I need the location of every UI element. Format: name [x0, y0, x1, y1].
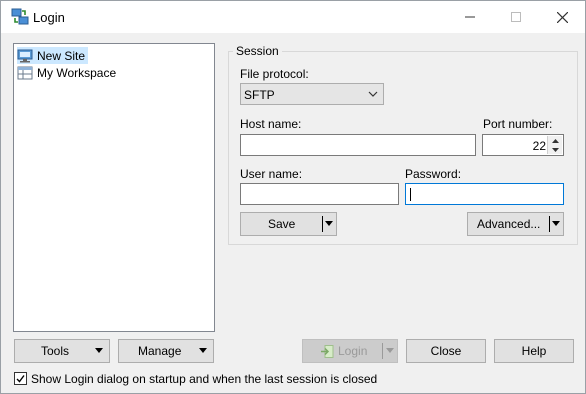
advanced-button-label: Advanced... — [477, 217, 541, 231]
maximize-icon — [511, 12, 521, 22]
host-name-field[interactable] — [240, 134, 476, 156]
dropdown-arrow-icon[interactable] — [325, 221, 333, 227]
dropdown-arrow-icon[interactable] — [386, 348, 394, 354]
tools-button[interactable]: Tools — [14, 339, 110, 363]
chevron-down-icon — [368, 91, 378, 97]
save-button-label: Save — [268, 217, 296, 231]
manage-button-label: Manage — [138, 344, 182, 358]
help-button-label: Help — [521, 344, 547, 358]
new-site-icon — [17, 49, 33, 62]
login-icon — [321, 345, 334, 358]
text-caret — [410, 188, 411, 201]
tools-button-label: Tools — [41, 344, 70, 358]
dropdown-arrow-icon — [95, 348, 103, 353]
workspace-icon — [17, 66, 33, 79]
title-bar[interactable]: Login — [1, 1, 585, 33]
port-increment-button[interactable] — [548, 136, 562, 145]
split-separator — [382, 343, 383, 359]
manage-button[interactable]: Manage — [118, 339, 214, 363]
file-protocol-value: SFTP — [244, 88, 275, 102]
arrow-down-icon — [551, 147, 559, 152]
close-icon — [556, 11, 568, 23]
login-button[interactable]: Login — [302, 339, 398, 363]
site-tree[interactable]: New Site My Workspace — [13, 43, 215, 332]
user-name-label: User name: — [240, 167, 303, 181]
maximize-button[interactable] — [493, 1, 539, 33]
close-button[interactable]: Close — [406, 339, 486, 363]
session-group-title: Session — [233, 44, 282, 58]
site-tree-item-label: New Site — [37, 48, 86, 63]
port-decrement-button[interactable] — [548, 145, 562, 154]
user-name-field[interactable] — [240, 183, 399, 205]
dropdown-arrow-icon[interactable] — [552, 221, 560, 227]
winscp-app-icon — [11, 8, 29, 25]
port-number-label: Port number: — [483, 117, 553, 131]
password-label: Password: — [405, 167, 462, 181]
close-window-button[interactable] — [539, 1, 585, 33]
window-title: Login — [33, 10, 65, 25]
file-protocol-label: File protocol: — [240, 67, 309, 81]
dialog-body: New Site My Workspace Session File proto… — [1, 33, 585, 393]
file-protocol-select[interactable]: SFTP — [240, 83, 384, 105]
site-tree-item-label: My Workspace — [37, 65, 117, 80]
save-button[interactable]: Save — [240, 212, 337, 236]
minimize-icon — [465, 16, 475, 18]
help-button[interactable]: Help — [494, 339, 574, 363]
password-field[interactable] — [405, 183, 564, 205]
show-login-checkbox-label[interactable]: Show Login dialog on startup and when th… — [31, 372, 377, 386]
checkmark-icon — [16, 375, 25, 383]
port-number-value: 22 — [532, 139, 546, 153]
dropdown-arrow-icon — [199, 348, 207, 353]
arrow-up-icon — [551, 138, 559, 143]
login-button-label: Login — [338, 344, 368, 358]
host-name-label: Host name: — [240, 117, 302, 131]
site-tree-item-my-workspace[interactable]: My Workspace — [17, 64, 119, 81]
port-number-stepper[interactable]: 22 — [482, 134, 564, 156]
login-dialog: Login New Site My Workspace Session File… — [0, 0, 586, 394]
show-login-checkbox[interactable] — [14, 372, 27, 385]
minimize-button[interactable] — [447, 1, 493, 33]
split-separator — [322, 216, 323, 232]
advanced-button[interactable]: Advanced... — [467, 212, 564, 236]
split-separator — [549, 216, 550, 232]
port-spin-buttons[interactable] — [547, 136, 562, 154]
close-button-label: Close — [430, 344, 462, 358]
site-tree-item-new-site[interactable]: New Site — [17, 47, 89, 64]
